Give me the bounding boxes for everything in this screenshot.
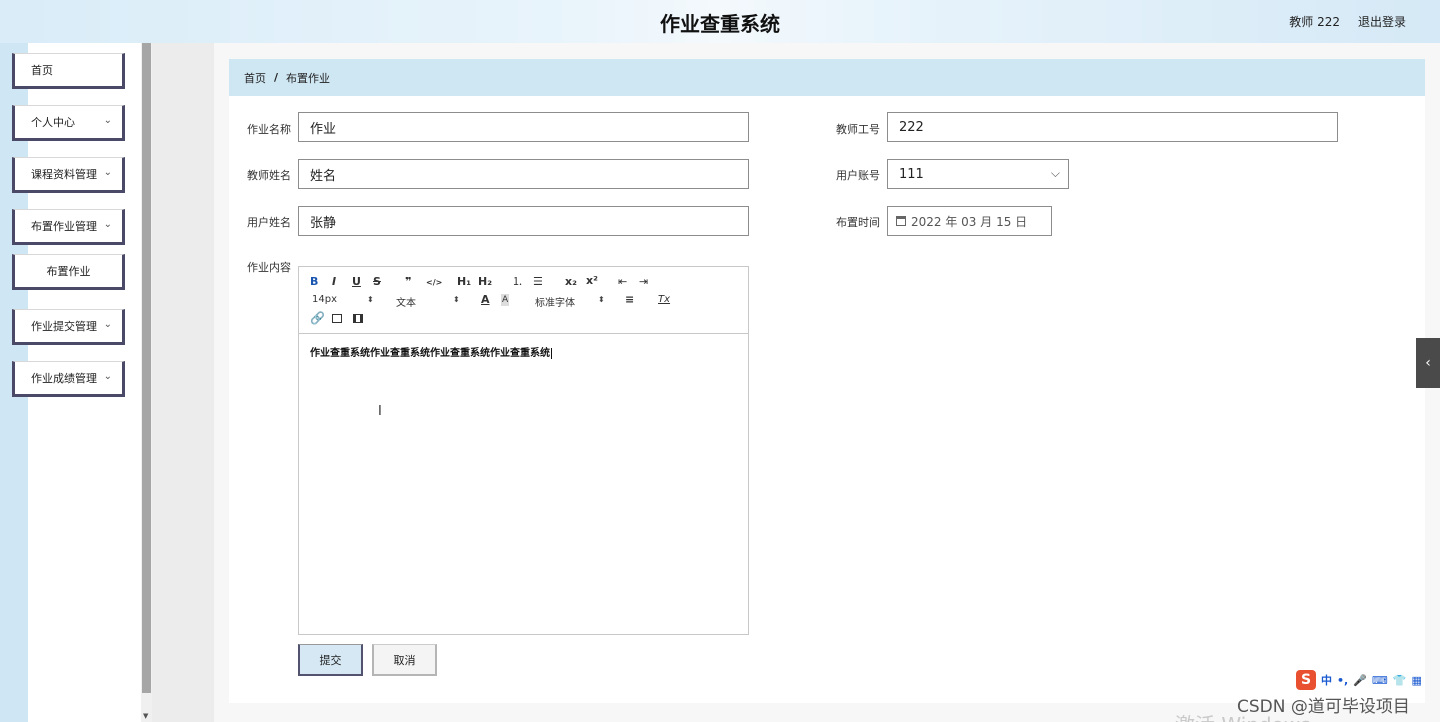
outdent-button[interactable]: ⇤ (618, 276, 627, 288)
sidebar-subitem-assign-homework[interactable]: 布置作业 (12, 254, 125, 290)
top-header: 作业查重系统 教师 222 退出登录 (0, 0, 1440, 43)
font-family-value: 标准字体 (535, 298, 575, 309)
select-arrows-icon: ⬍ (367, 295, 374, 304)
bullet-list-button[interactable]: ☰ (533, 276, 543, 288)
current-user[interactable]: 教师 222 (1289, 13, 1340, 30)
editor-toolbar: B I U S ❞ </> H₁ H₂ ⒈ ☰ x₂ x² ⇤ ⇥ 14px ⬍… (299, 267, 748, 334)
sidebar-item-home[interactable]: 首页 (12, 53, 125, 89)
teacher-id-field[interactable] (887, 112, 1338, 142)
user-account-value: 111 (899, 166, 924, 182)
sidebar-item-label: 布置作业 (46, 265, 91, 278)
user-account-select[interactable]: 111 ⌵ (887, 159, 1069, 189)
sidebar-item-course-materials[interactable]: 课程资料管理 ⌄ (12, 157, 125, 193)
video-icon[interactable] (353, 314, 363, 323)
grid-menu-icon[interactable]: ▦ (1412, 674, 1422, 687)
sidebar-item-label: 个人中心 (31, 116, 75, 129)
sidebar-item-label: 布置作业管理 (31, 220, 97, 233)
user-area: 教师 222 退出登录 (1289, 13, 1406, 30)
user-name-label: 用户姓名 (247, 216, 291, 229)
chevron-down-icon: ⌄ (103, 167, 112, 178)
font-color-button[interactable]: A (481, 294, 490, 306)
background-color-button[interactable]: A (501, 294, 510, 306)
scroll-down-arrow-icon[interactable]: ▼ (143, 712, 148, 720)
breadcrumb-current: 布置作业 (286, 71, 331, 85)
homework-name-label: 作业名称 (247, 123, 291, 136)
subscript-button[interactable]: x₂ (565, 276, 577, 288)
align-button[interactable]: ≡ (625, 294, 634, 306)
cancel-button[interactable]: 取消 (372, 644, 437, 676)
skin-shirt-icon[interactable]: 👕 (1393, 674, 1407, 687)
sidebar-item-label: 作业成绩管理 (31, 372, 97, 385)
user-name-input[interactable] (310, 213, 748, 229)
underline-button[interactable]: U (352, 276, 361, 288)
content-label: 作业内容 (247, 261, 291, 274)
font-family-select[interactable]: 标准字体 ⬍ (535, 294, 607, 309)
chevron-down-icon: ⌄ (103, 219, 112, 230)
sidebar-item-label: 首页 (31, 64, 53, 77)
heading2-button[interactable]: H₂ (478, 276, 492, 288)
select-arrows-icon: ⬍ (598, 295, 605, 304)
image-icon[interactable] (332, 314, 342, 323)
microphone-icon[interactable]: 🎤 (1353, 674, 1367, 687)
ordered-list-button[interactable]: ⒈ (512, 276, 523, 288)
text-style-select[interactable]: 文本 ⬍ (396, 294, 460, 309)
breadcrumb: 首页 / 布置作业 (229, 59, 1425, 96)
heading1-button[interactable]: H₁ (457, 276, 471, 288)
teacher-name-field[interactable] (298, 159, 749, 189)
rich-text-editor[interactable]: B I U S ❞ </> H₁ H₂ ⒈ ☰ x₂ x² ⇤ ⇥ 14px ⬍… (298, 266, 749, 635)
collapse-panel-chevron-left-icon[interactable]: ‹ (1416, 338, 1440, 388)
activate-windows-watermark: 激活 Windows (1175, 709, 1311, 722)
blockquote-button[interactable]: ❞ (405, 276, 411, 288)
mouse-ibeam-cursor-icon: I (378, 404, 382, 419)
link-icon[interactable]: 🔗 (310, 312, 325, 324)
sidebar-item-grade-mgmt[interactable]: 作业成绩管理 ⌄ (12, 361, 125, 397)
chevron-down-icon: ⌄ (103, 319, 112, 330)
ime-chinese-mode[interactable]: 中 (1321, 672, 1332, 688)
bold-button[interactable]: B (310, 276, 318, 288)
keyboard-icon[interactable]: ⌨ (1372, 674, 1388, 687)
sidebar-item-assign-homework-mgmt[interactable]: 布置作业管理 ⌄ (12, 209, 125, 245)
teacher-name-input[interactable] (310, 166, 748, 182)
chevron-down-icon: ⌵ (1050, 166, 1060, 180)
assign-time-value: 2022 年 03 月 15 日 (911, 214, 1028, 229)
font-size-value: 14px (312, 294, 337, 305)
italic-button[interactable]: I (332, 276, 336, 288)
homework-name-field[interactable] (298, 112, 749, 142)
logout-link[interactable]: 退出登录 (1358, 13, 1406, 30)
indent-button[interactable]: ⇥ (639, 276, 648, 288)
user-name-field[interactable] (298, 206, 749, 236)
sidebar-scroll-thumb[interactable] (142, 43, 151, 693)
sidebar-item-label: 作业提交管理 (31, 320, 97, 333)
font-size-select[interactable]: 14px ⬍ (312, 294, 374, 305)
breadcrumb-separator: / (274, 71, 279, 84)
sogou-logo-icon[interactable]: S (1296, 670, 1316, 690)
ime-toolbar: S 中 •, 🎤 ⌨ 👕 ▦ (1296, 670, 1422, 690)
editor-content[interactable]: 作业查重系统作业查重系统作业查重系统作业查重系统 (310, 344, 552, 359)
superscript-button[interactable]: x² (586, 275, 598, 287)
sidebar-item-submission-mgmt[interactable]: 作业提交管理 ⌄ (12, 309, 125, 345)
text-caret (551, 347, 552, 359)
submit-button[interactable]: 提交 (298, 644, 363, 676)
teacher-id-input[interactable] (899, 119, 1337, 135)
chevron-down-icon: ⌄ (103, 371, 112, 382)
text-style-value: 文本 (396, 298, 416, 309)
select-arrows-icon: ⬍ (453, 295, 460, 304)
strikethrough-button[interactable]: S (373, 276, 381, 288)
assign-time-datepicker[interactable]: 2022 年 03 月 15 日 (887, 206, 1052, 236)
homework-name-input[interactable] (310, 119, 748, 135)
teacher-name-label: 教师姓名 (247, 169, 291, 182)
assign-time-label: 布置时间 (836, 216, 880, 229)
app-title: 作业查重系统 (660, 12, 780, 36)
breadcrumb-home[interactable]: 首页 (244, 70, 266, 86)
sidebar-item-label: 课程资料管理 (31, 168, 97, 181)
teacher-id-label: 教师工号 (836, 123, 880, 136)
calendar-icon (896, 216, 906, 226)
punctuation-icon[interactable]: •, (1337, 674, 1348, 687)
user-account-label: 用户账号 (836, 169, 880, 182)
sidebar-item-personal-center[interactable]: 个人中心 ⌄ (12, 105, 125, 141)
editor-text: 作业查重系统作业查重系统作业查重系统作业查重系统 (310, 348, 550, 359)
chevron-down-icon: ⌄ (103, 115, 112, 126)
clear-format-button[interactable]: Tx (658, 294, 670, 306)
code-block-button[interactable]: </> (426, 277, 442, 289)
